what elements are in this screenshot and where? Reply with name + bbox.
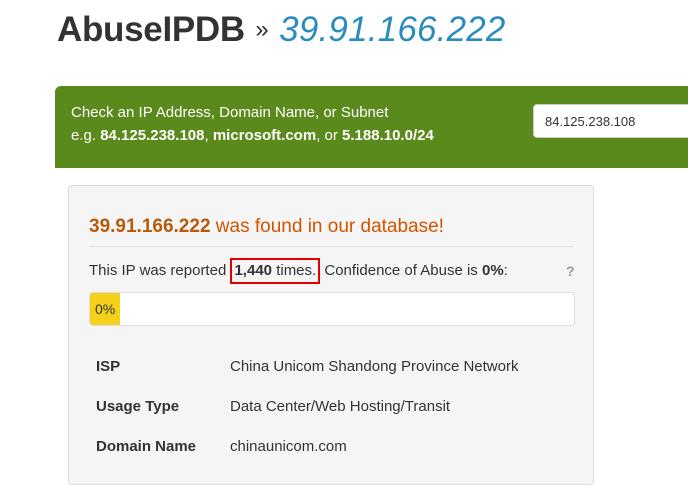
result-heading: 39.91.166.222 was found in our database!	[89, 216, 444, 238]
report-times: times.	[276, 262, 317, 279]
confidence-progress-label: 0%	[95, 301, 116, 317]
page-header: AbuseIPDB » 39.91.166.222	[57, 10, 506, 50]
detail-value: chinaunicom.com	[230, 438, 347, 455]
search-prompt: Check an IP Address, Domain Name, or Sub…	[71, 104, 389, 121]
confidence-value: 0%	[481, 262, 504, 279]
search-examples: e.g. 84.125.238.108, microsoft.com, or 5…	[71, 127, 434, 144]
report-summary: This IP was reported 1,440 times. Confid…	[89, 258, 508, 284]
confidence-label: Confidence of Abuse is	[324, 262, 478, 279]
result-card: 39.91.166.222 was found in our database!…	[68, 185, 594, 485]
example-ip: 84.125.238.108	[100, 127, 205, 144]
detail-value: Data Center/Web Hosting/Transit	[230, 398, 451, 415]
search-panel: Check an IP Address, Domain Name, or Sub…	[55, 86, 688, 168]
example-prefix: e.g.	[71, 127, 97, 144]
detail-label: ISP	[96, 358, 121, 375]
confidence-progress-fill: 0%	[90, 293, 121, 325]
help-icon[interactable]: ?	[566, 263, 575, 279]
site-logo[interactable]: AbuseIPDB	[57, 10, 245, 49]
detail-label: Domain Name	[96, 438, 197, 455]
example-comma: ,	[204, 127, 209, 144]
divider	[89, 246, 573, 247]
confidence-suffix: :	[503, 262, 508, 279]
example-domain: microsoft.com	[212, 127, 317, 144]
report-prefix: This IP was reported	[89, 262, 227, 279]
confidence-progress-bar: 0%	[89, 292, 575, 326]
example-subnet: 5.188.10.0/24	[342, 127, 434, 144]
breadcrumb-separator: »	[255, 16, 269, 43]
search-input[interactable]	[533, 104, 688, 138]
example-or: , or	[316, 127, 338, 144]
result-ip: 39.91.166.222	[89, 216, 211, 237]
result-found-text: was found in our database!	[215, 216, 444, 237]
detail-label: Usage Type	[96, 398, 180, 415]
report-count: 1,440	[234, 262, 273, 279]
detail-value: China Unicom Shandong Province Network	[230, 358, 519, 375]
page-title-ip: 39.91.166.222	[279, 10, 506, 49]
report-count-highlight: 1,440 times.	[230, 258, 321, 284]
